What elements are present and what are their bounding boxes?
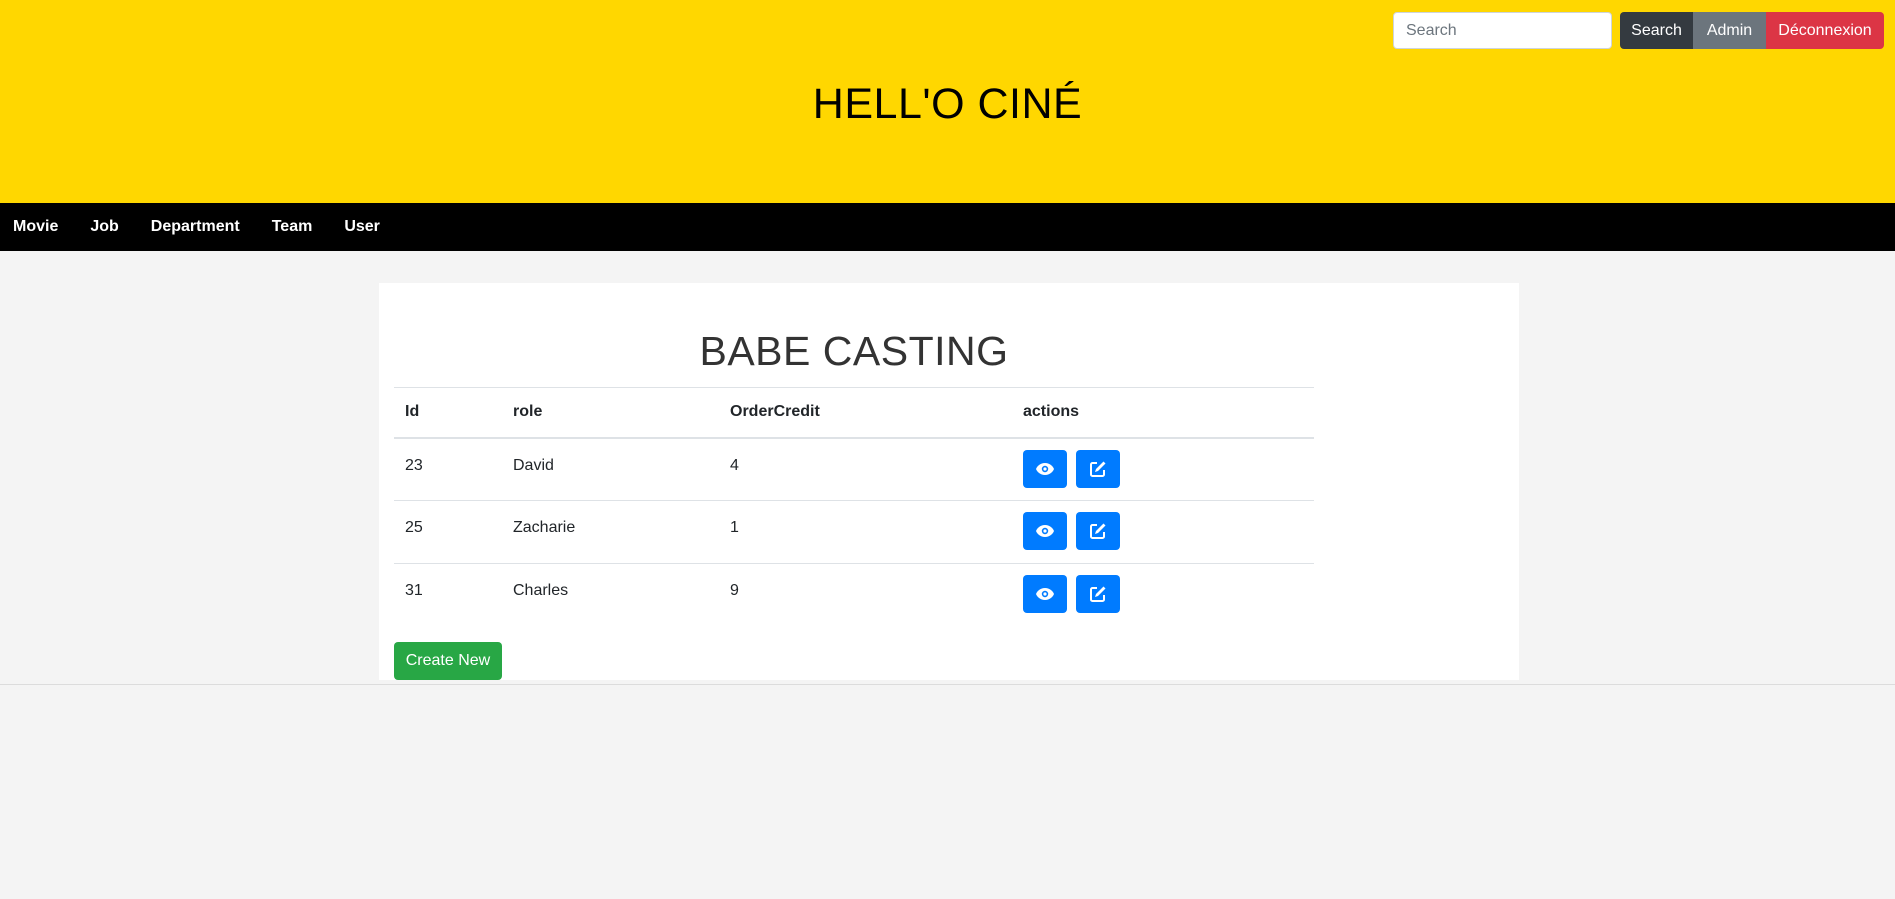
- table-row: 25 Zacharie 1: [394, 500, 1314, 564]
- cell-actions: [1012, 438, 1314, 501]
- cell-id: 31: [394, 563, 502, 627]
- cell-order-credit: 4: [730, 456, 739, 474]
- eye-icon: [1036, 525, 1054, 537]
- column-header-id: Id: [394, 387, 502, 439]
- footer-divider: [0, 684, 1895, 685]
- edit-button[interactable]: [1076, 512, 1121, 550]
- admin-button[interactable]: Admin: [1693, 12, 1766, 49]
- main-navbar: Movie Job Department Team User: [0, 203, 1895, 251]
- table-header-row: Id role OrderCredit actions: [394, 387, 1314, 439]
- table-row: 31 Charles 9: [394, 563, 1314, 627]
- cell-role: David: [513, 456, 554, 474]
- column-header-role: role: [502, 387, 719, 439]
- cell-actions: [1012, 563, 1314, 627]
- cell-role: Zacharie: [502, 500, 719, 564]
- site-header: Search Admin Déconnexion HELL'O CINÉ: [0, 0, 1895, 203]
- view-button[interactable]: [1023, 575, 1067, 613]
- column-header-order-credit: OrderCredit: [719, 387, 1012, 439]
- edit-button[interactable]: [1076, 449, 1121, 488]
- nav-item-team[interactable]: Team: [272, 218, 313, 236]
- search-input[interactable]: [1393, 12, 1612, 49]
- column-header-actions: actions: [1012, 387, 1314, 439]
- cell-order-credit: 9: [719, 563, 1012, 627]
- page-title: BABE CASTING: [699, 328, 1009, 374]
- nav-item-user[interactable]: User: [344, 218, 380, 236]
- casting-table: Id role OrderCredit actions 23 David 4 2…: [394, 387, 1314, 627]
- cell-id: 23: [405, 456, 423, 474]
- table-row: 23 David 4: [394, 438, 1314, 501]
- eye-icon: [1036, 462, 1054, 475]
- edit-icon: [1090, 461, 1106, 477]
- nav-item-department[interactable]: Department: [151, 218, 240, 236]
- nav-item-movie[interactable]: Movie: [13, 218, 58, 236]
- logout-button[interactable]: Déconnexion: [1766, 12, 1884, 49]
- cell-role: Charles: [502, 563, 719, 627]
- edit-button[interactable]: [1076, 575, 1121, 613]
- eye-icon: [1036, 588, 1054, 600]
- edit-icon: [1090, 586, 1106, 602]
- edit-icon: [1090, 523, 1106, 539]
- cell-id: 25: [394, 500, 502, 564]
- cell-actions: [1012, 500, 1314, 564]
- view-button[interactable]: [1023, 449, 1067, 488]
- view-button[interactable]: [1023, 512, 1067, 550]
- cell-order-credit: 1: [719, 500, 1012, 564]
- site-title: HELL'O CINÉ: [812, 80, 1083, 128]
- create-new-button[interactable]: Create New: [394, 642, 502, 680]
- search-button[interactable]: Search: [1620, 12, 1693, 49]
- nav-item-job[interactable]: Job: [90, 218, 118, 236]
